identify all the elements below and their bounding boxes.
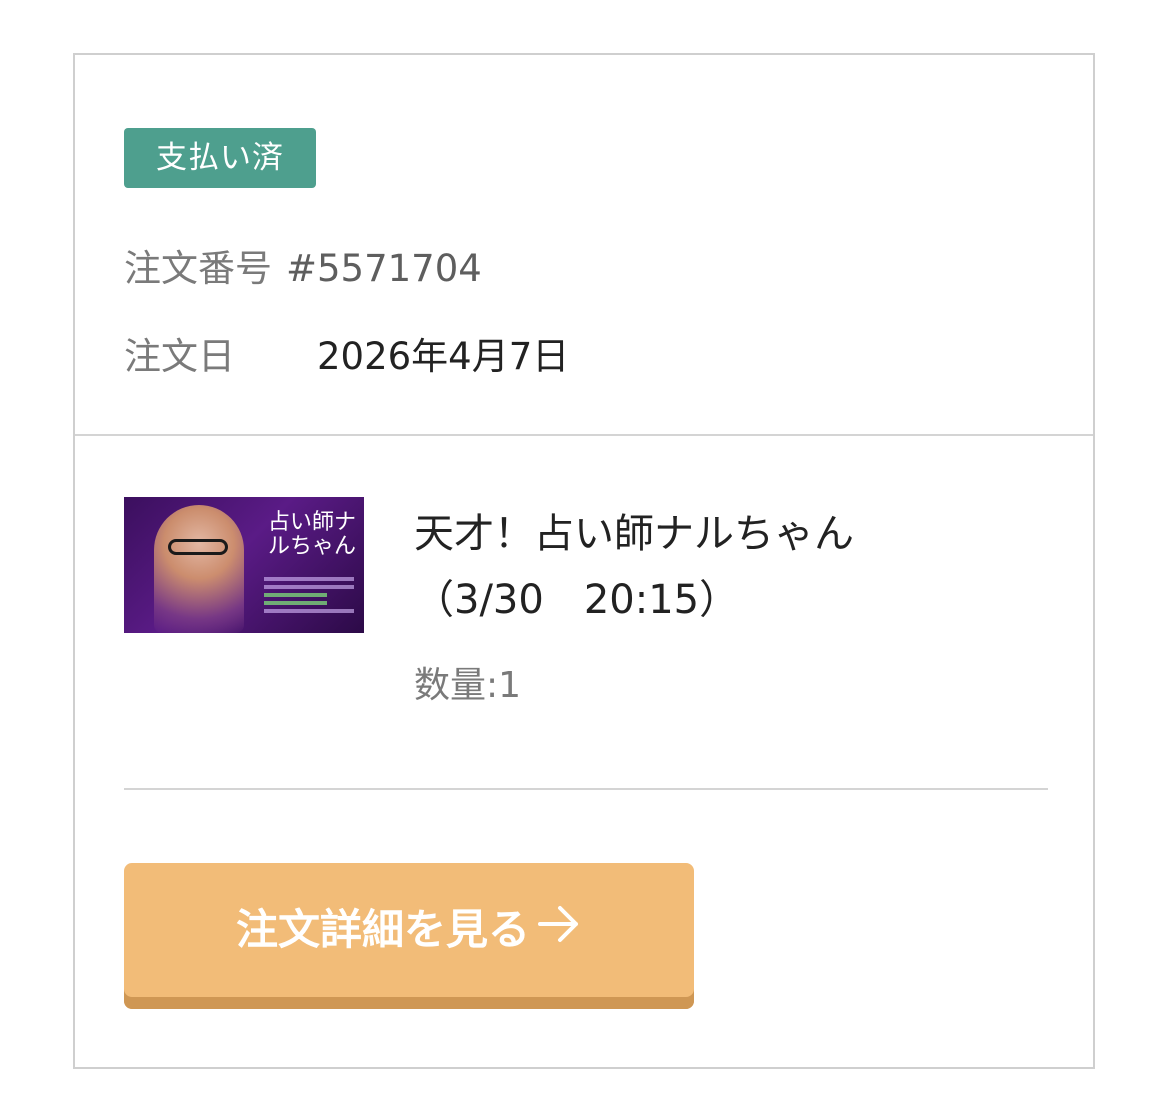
product-thumbnail: 占い師ナルちゃん (124, 497, 364, 633)
order-number-row: 注文番号 #5571704 (124, 247, 482, 291)
divider (124, 788, 1048, 790)
product-quantity: 数量:1 (414, 665, 522, 706)
product-title: 天才！占い師ナルちゃん （3/30 20:15） (414, 501, 854, 633)
arrow-right-icon (536, 863, 582, 997)
thumbnail-portrait (154, 505, 244, 633)
order-date-row: 注文日 2026年4月7日 (124, 335, 569, 379)
order-number-label: 注文番号 (124, 247, 272, 290)
thumbnail-decoration (264, 573, 354, 617)
product-title-line1: 天才！占い師ナルちゃん (414, 511, 854, 557)
thumbnail-glasses (168, 539, 228, 555)
thumbnail-title: 占い師ナルちゃん (267, 510, 356, 559)
order-number-value: #5571704 (286, 247, 482, 290)
status-badge: 支払い済 (124, 128, 316, 188)
order-date-value: 2026年4月7日 (317, 335, 570, 378)
view-order-details-label: 注文詳細を見る (235, 905, 530, 954)
view-order-details-content: 注文詳細を見る (124, 863, 694, 997)
order-summary: 支払い済 注文番号 #5571704 注文日 2026年4月7日 (75, 55, 1093, 436)
view-order-details-button[interactable]: 注文詳細を見る (124, 863, 694, 1009)
order-date-label: 注文日 (124, 335, 235, 378)
product-title-line2: （3/30 20:15） (414, 577, 740, 623)
order-card: 支払い済 注文番号 #5571704 注文日 2026年4月7日 占い師ナルちゃん… (73, 53, 1095, 1069)
